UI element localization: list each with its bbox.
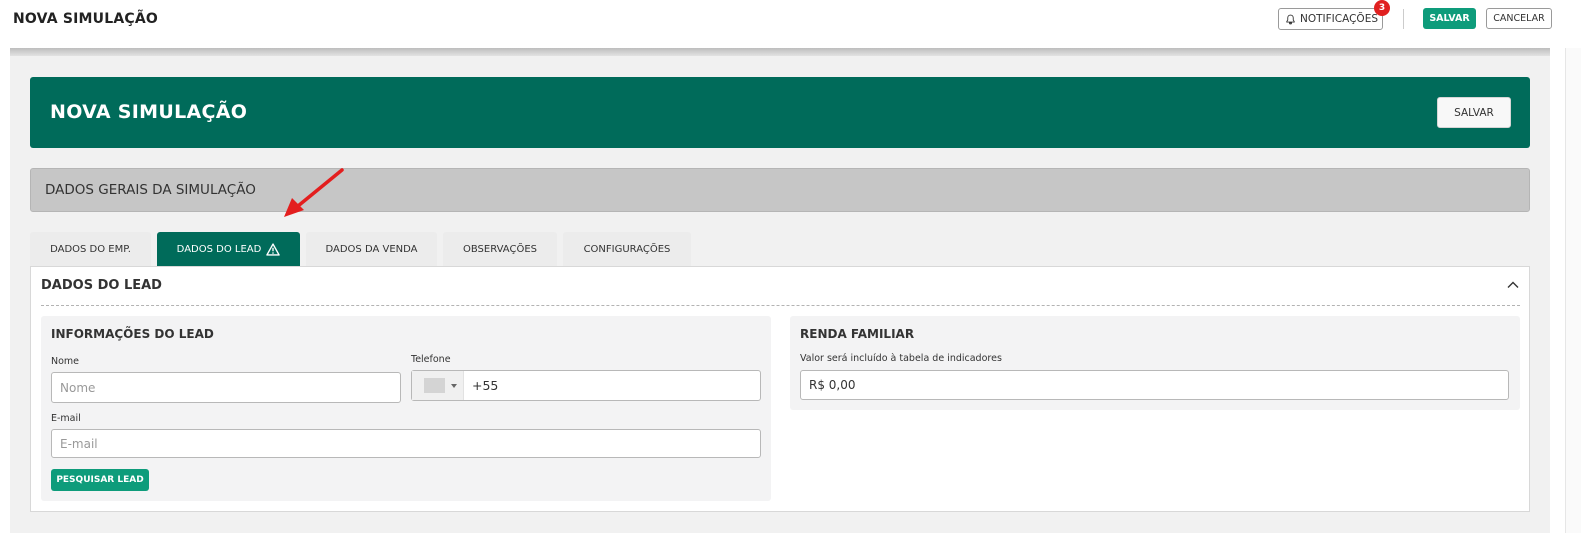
bell-icon <box>1286 14 1295 24</box>
notifications-button[interactable]: NOTIFICAÇÕES <box>1278 8 1383 30</box>
warning-icon <box>266 242 281 256</box>
search-lead-button[interactable]: PESQUISAR LEAD <box>51 469 149 491</box>
tab-dados-lead[interactable]: DADOS DO LEAD <box>157 232 300 266</box>
tab-label: DADOS DO LEAD <box>176 243 262 255</box>
annotation-arrow-icon <box>284 168 344 217</box>
general-data-section[interactable]: DADOS GERAIS DA SIMULAÇÃO <box>30 168 1530 212</box>
header-save-button[interactable]: SALVAR <box>1437 97 1511 128</box>
simulation-header-card: NOVA SIMULAÇÃO SALVAR <box>30 77 1530 148</box>
income-hint-label: Valor será incluído à tabela de indicado… <box>800 353 1002 364</box>
tab-configuracoes[interactable]: CONFIGURAÇÕES <box>563 232 691 266</box>
tab-label: DADOS DO EMP. <box>50 243 131 255</box>
tab-observacoes[interactable]: OBSERVAÇÕES <box>443 232 557 266</box>
tab-label: OBSERVAÇÕES <box>462 243 537 255</box>
phone-input[interactable]: +55 <box>411 370 761 401</box>
top-bar: NOVA SIMULAÇÃO NOTIFICAÇÕES 3 SALVAR CAN… <box>0 0 1565 48</box>
chevron-up-icon[interactable] <box>1507 279 1519 291</box>
notifications-count-badge: 3 <box>1374 0 1390 16</box>
phone-label: Telefone <box>411 354 451 365</box>
panel-divider <box>41 305 1520 306</box>
save-button-top[interactable]: SALVAR <box>1423 8 1476 29</box>
country-selector[interactable] <box>412 371 464 400</box>
lead-data-panel: DADOS DO LEAD INFORMAÇÕES DO LEAD Nome N… <box>30 266 1530 512</box>
lead-info-card: INFORMAÇÕES DO LEAD Nome Nome Telefone +… <box>41 316 771 501</box>
toolbar-divider <box>1403 9 1404 29</box>
name-input[interactable]: Nome <box>51 372 401 403</box>
tab-label: CONFIGURAÇÕES <box>583 243 671 255</box>
section-title: DADOS GERAIS DA SIMULAÇÃO <box>45 182 256 198</box>
cancel-button[interactable]: CANCELAR <box>1486 8 1552 29</box>
notifications-label: NOTIFICAÇÕES <box>1300 13 1378 25</box>
tab-dados-venda[interactable]: DADOS DA VENDA <box>306 232 437 266</box>
email-label: E-mail <box>51 413 81 424</box>
email-input[interactable]: E-mail <box>51 429 761 458</box>
family-income-card: RENDA FAMILIAR Valor será incluído à tab… <box>790 316 1520 410</box>
name-label: Nome <box>51 356 80 367</box>
tab-dados-emp[interactable]: DADOS DO EMP. <box>30 232 151 266</box>
flag-icon <box>424 378 445 393</box>
caret-down-icon <box>451 384 457 388</box>
income-title: RENDA FAMILIAR <box>800 327 915 341</box>
panel-title: DADOS DO LEAD <box>41 278 162 293</box>
income-input[interactable]: R$ 0,00 <box>800 370 1509 400</box>
phone-country-code: +55 <box>472 378 499 393</box>
tab-label: DADOS DA VENDA <box>325 243 418 255</box>
page-title: NOVA SIMULAÇÃO <box>13 11 158 27</box>
header-title: NOVA SIMULAÇÃO <box>50 101 248 123</box>
page-scrollbar[interactable] <box>1565 48 1581 533</box>
lead-info-title: INFORMAÇÕES DO LEAD <box>51 327 214 341</box>
